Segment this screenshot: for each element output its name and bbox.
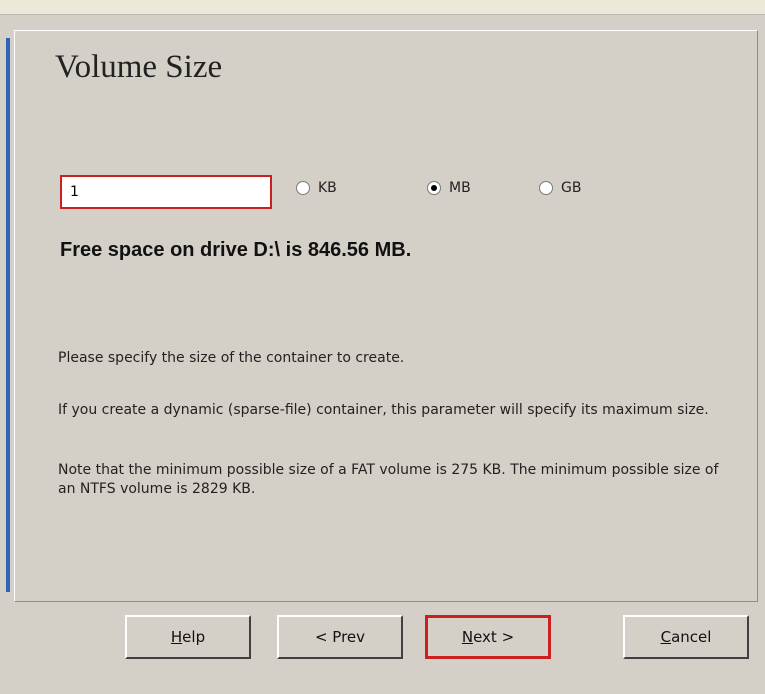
help-button[interactable]: Help <box>125 615 251 659</box>
wizard-panel: Volume Size KB MB GB Free space on drive… <box>14 30 758 602</box>
radio-mb-circle[interactable] <box>427 181 441 195</box>
radio-mb[interactable]: MB <box>427 180 471 196</box>
radio-kb[interactable]: KB <box>296 180 337 196</box>
radio-mb-label: MB <box>449 180 471 196</box>
prev-button-label: < Prev <box>314 628 366 646</box>
dynamic-container-note: If you create a dynamic (sparse-file) co… <box>58 402 709 418</box>
volume-size-input[interactable] <box>60 175 272 209</box>
help-button-label: Help <box>170 628 206 646</box>
next-button-label: Next > <box>461 628 515 646</box>
minimum-size-note: Note that the minimum possible size of a… <box>58 462 719 497</box>
page-title: Volume Size <box>55 49 223 85</box>
prev-button[interactable]: < Prev <box>277 615 403 659</box>
radio-gb-circle[interactable] <box>539 181 553 195</box>
wizard-side-accent <box>6 38 10 592</box>
cancel-button-label: Cancel <box>660 628 712 646</box>
next-button[interactable]: Next > <box>425 615 551 659</box>
cancel-button[interactable]: Cancel <box>623 615 749 659</box>
radio-kb-label: KB <box>318 180 337 196</box>
radio-gb-label: GB <box>561 180 582 196</box>
window-top-strip <box>0 0 765 15</box>
instruction-text: Please specify the size of the container… <box>58 350 405 366</box>
free-space-text: Free space on drive D:\ is 846.56 MB. <box>60 239 412 261</box>
radio-kb-circle[interactable] <box>296 181 310 195</box>
radio-gb[interactable]: GB <box>539 180 581 196</box>
